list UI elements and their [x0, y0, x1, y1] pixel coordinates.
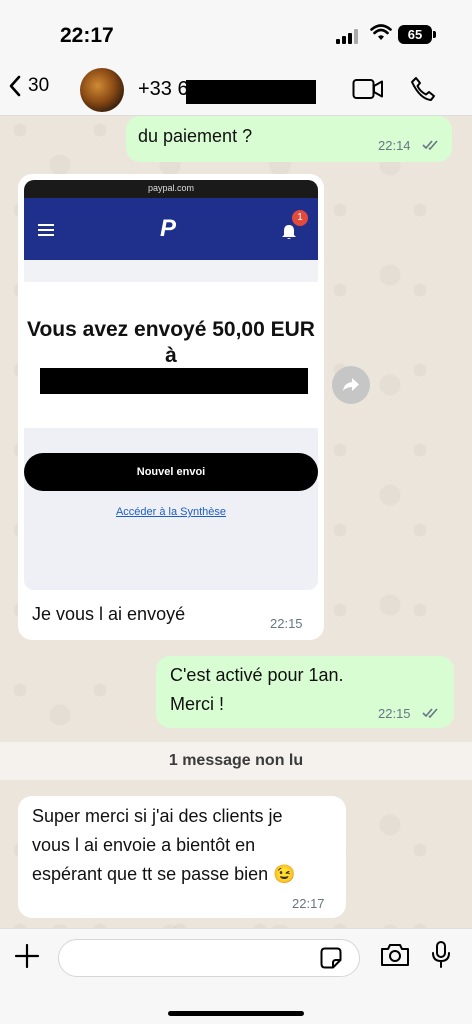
message-text: Super merci si j'ai des clients je: [32, 806, 283, 826]
paypal-logo: P: [160, 215, 177, 242]
phone-call-icon[interactable]: [410, 76, 436, 102]
message-time: 22:15: [378, 706, 411, 721]
message-text: vous l ai envoie a bientôt en: [32, 835, 256, 855]
message-text: espérant que tt se passe bien 😉: [32, 864, 296, 884]
summary-link: Accéder à la Synthèse: [115, 506, 227, 518]
message-text: du paiement ?: [138, 126, 253, 146]
paypal-screenshot[interactable]: paypal.com P 1 Vous avez envoyé 50,00 EU…: [24, 180, 318, 590]
message-time: 22:17: [292, 896, 325, 911]
camera-icon[interactable]: [380, 943, 410, 967]
back-button[interactable]: 30: [8, 74, 49, 98]
image-caption: Je vous l ai envoyé: [32, 604, 186, 624]
notification-badge: 1: [292, 210, 308, 226]
signal-icon: [336, 28, 360, 44]
new-payment-button: Nouvel envoi: [24, 453, 318, 491]
plus-icon[interactable]: [14, 943, 40, 969]
double-check-icon: [422, 140, 438, 151]
paypal-divider: [24, 260, 318, 282]
microphone-icon[interactable]: [430, 941, 452, 969]
wifi-icon: [370, 24, 392, 40]
double-check-icon: [422, 708, 438, 719]
unread-count: 30: [28, 75, 50, 96]
message-time: 22:15: [270, 616, 303, 631]
status-time: 22:17: [60, 24, 114, 47]
home-indicator: [168, 1011, 304, 1016]
message-input[interactable]: [58, 939, 360, 977]
video-call-icon[interactable]: [352, 78, 384, 100]
paypal-url: paypal.com: [24, 180, 318, 198]
battery-icon: 65: [398, 25, 436, 44]
unread-banner: 1 message non lu: [0, 742, 472, 780]
redacted-recipient: [40, 368, 308, 394]
avatar[interactable]: [80, 68, 124, 112]
redacted-number: [186, 80, 316, 104]
input-bar: [0, 928, 472, 1024]
contact-name[interactable]: +33 6: [138, 78, 189, 101]
message-text: Merci !: [170, 694, 224, 714]
forward-button[interactable]: [332, 366, 370, 404]
forward-icon: [343, 378, 359, 391]
sticker-icon[interactable]: [320, 947, 342, 969]
message-time: 22:14: [378, 138, 411, 153]
paypal-recipient-label: à: [165, 344, 177, 367]
paypal-navbar: P 1: [24, 198, 318, 260]
paypal-amount: Vous avez envoyé 50,00 EUR: [27, 318, 315, 341]
bell-icon: [282, 225, 296, 239]
status-bar: 22:17 65: [0, 0, 472, 64]
message-outgoing[interactable]: du paiement ? 22:14: [126, 116, 452, 162]
message-incoming[interactable]: Super merci si j'ai des clients je vous …: [18, 796, 346, 918]
message-text: C'est activé pour 1an.: [170, 665, 344, 685]
menu-icon: [38, 224, 54, 239]
message-outgoing[interactable]: C'est activé pour 1an. Merci ! 22:15: [156, 656, 454, 728]
chevron-left-icon: [9, 75, 21, 97]
